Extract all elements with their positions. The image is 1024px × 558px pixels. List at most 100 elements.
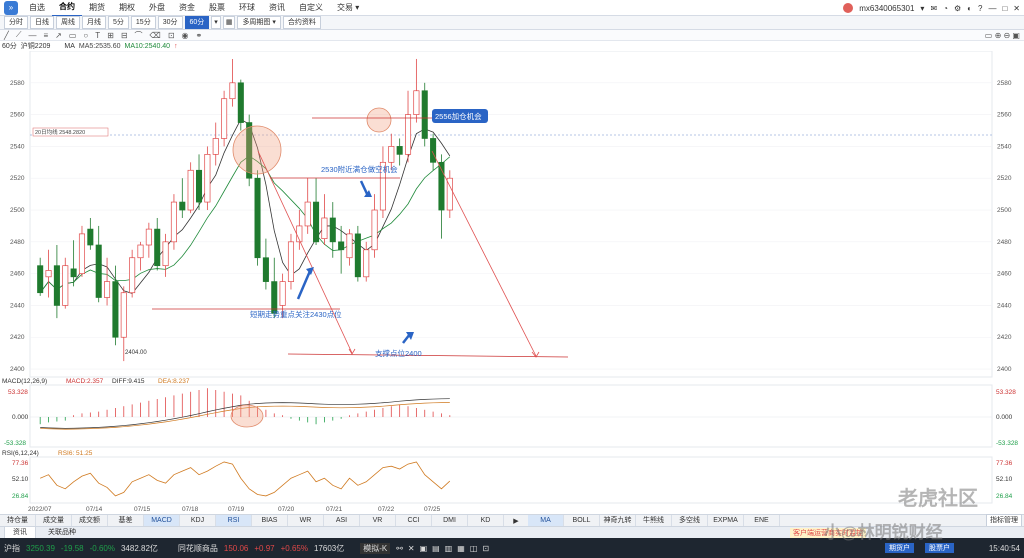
measure-tool-icon[interactable]: ⊟	[121, 31, 128, 40]
commodity-name[interactable]: 同花顺商品	[178, 543, 218, 554]
y-tick-left: 2500	[10, 207, 25, 214]
candle-body	[221, 98, 228, 139]
tab-open-interest[interactable]: 持仓量	[0, 515, 36, 526]
mail-icon[interactable]: ✉	[930, 4, 937, 13]
y-tick-left: 2400	[10, 366, 25, 373]
settings-icon[interactable]: ⚙	[954, 4, 961, 13]
mode-label[interactable]: 模拟-K	[360, 542, 391, 554]
legend-contract: 沪铜2209	[20, 43, 51, 50]
menu-item-zixuan[interactable]: 自选	[22, 0, 52, 16]
delete-tool-icon[interactable]: ⌫	[150, 31, 161, 40]
stock-account-button[interactable]: 股票户	[925, 543, 954, 553]
tab-related[interactable]: 关联品种	[40, 527, 84, 538]
index-pct: -0.60%	[89, 543, 115, 553]
text-tool-icon[interactable]: T	[95, 31, 100, 40]
tab-kdj[interactable]: KDJ	[180, 515, 216, 526]
account-name[interactable]: mx6340065301	[859, 4, 914, 13]
y-tick-left: 2580	[10, 80, 25, 87]
tab-bull-bear[interactable]: 牛熊线	[636, 515, 672, 526]
period-day[interactable]: 日线	[30, 16, 54, 29]
tab-ma[interactable]: MA	[528, 515, 564, 526]
contract-info-button[interactable]: 合约资料	[282, 16, 321, 29]
tab-kd[interactable]: KD	[468, 515, 504, 526]
help-icon[interactable]: ?	[978, 4, 982, 13]
legend-period: 60分	[2, 43, 17, 50]
period-week[interactable]: 周线	[56, 16, 80, 29]
tab-basis[interactable]: 基差	[108, 515, 144, 526]
period-5min[interactable]: 5分	[108, 16, 129, 29]
toolbar-right-icons[interactable]: ▭ ⊕ ⊖ ▣	[985, 31, 1020, 40]
tab-dmi[interactable]: DMI	[432, 515, 468, 526]
tab-expma[interactable]: EXPMA	[708, 515, 744, 526]
candle-body	[87, 228, 94, 246]
layout-icon[interactable]: ▦	[222, 16, 236, 29]
period-month[interactable]: 月线	[82, 16, 106, 29]
fib-tool-icon[interactable]: ⊞	[107, 31, 114, 40]
candle-body	[304, 201, 311, 227]
tab-long-short[interactable]: 多空线	[672, 515, 708, 526]
link-tool-icon[interactable]: ⚭	[196, 31, 203, 40]
menu-item-zijin[interactable]: 资金	[172, 0, 202, 16]
eye-tool-icon[interactable]: ◉	[182, 31, 189, 40]
tab-bias[interactable]: BIAS	[252, 515, 288, 526]
line-tool-icon[interactable]: ╱	[4, 31, 9, 40]
period-menu-icon[interactable]: ▾	[211, 16, 221, 29]
dropdown-icon[interactable]: ▾	[920, 4, 924, 13]
tab-macd[interactable]: MACD	[144, 515, 180, 526]
ray-tool-icon[interactable]: ⟋	[16, 30, 22, 40]
tab-wr[interactable]: WR	[288, 515, 324, 526]
y-tick-left: 2440	[10, 302, 25, 309]
period-30min[interactable]: 30分	[157, 16, 183, 29]
magnet-tool-icon[interactable]: ⌒	[135, 30, 143, 41]
annot-short-position: 2530附近满仓做空机会	[321, 164, 398, 174]
arrow-tool-icon[interactable]: ↗	[55, 31, 62, 40]
tab-turnover[interactable]: 成交额	[72, 515, 108, 526]
status-tool-icons[interactable]: ⚯✕▣▤▥▦◫⊡	[396, 544, 494, 553]
lock-tool-icon[interactable]: ⊡	[168, 31, 175, 40]
macd-tick-mid: 0.000	[12, 414, 29, 421]
menu-item-qihuo[interactable]: 期货	[82, 0, 112, 16]
app-logo-icon[interactable]: »	[4, 0, 18, 15]
bell-icon[interactable]: ◔	[943, 4, 948, 13]
menu-item-zixun[interactable]: 资讯	[262, 0, 292, 16]
minimize-icon[interactable]: —	[988, 4, 996, 13]
tab-rsi[interactable]: RSI	[216, 515, 252, 526]
candle-body	[313, 201, 320, 243]
menu-item-zidingyi[interactable]: 自定义	[292, 0, 330, 16]
period-60min[interactable]: 60分	[184, 16, 210, 29]
tab-boll[interactable]: BOLL	[564, 515, 600, 526]
menu-item-huanqiu[interactable]: 环球	[232, 0, 262, 16]
skin-icon[interactable]: ◐	[967, 4, 972, 13]
kline-chart[interactable]: 2580 2560 2540 2520 2500 2480 2460 2440 2420 2400…	[0, 51, 1024, 511]
tab-volume[interactable]: 成交量	[36, 515, 72, 526]
hline-tool-icon[interactable]: —	[28, 31, 36, 40]
tab-ene[interactable]: ENE	[744, 515, 780, 526]
menu-item-heyue[interactable]: 合约	[52, 0, 82, 17]
commodity-change: +0.97	[254, 543, 275, 553]
candle-body	[62, 265, 69, 306]
close-icon[interactable]: ✕	[1013, 4, 1020, 13]
tab-asi[interactable]: ASI	[324, 515, 360, 526]
rsi-rtick-mid: 52.10	[996, 476, 1013, 483]
menu-item-qiquan[interactable]: 期权	[112, 0, 142, 16]
tab-cci[interactable]: CCI	[396, 515, 432, 526]
tab-magic-nine[interactable]: 神奇九转	[600, 515, 636, 526]
index-name[interactable]: 沪指	[4, 543, 20, 554]
menu-item-gupiao[interactable]: 股票	[202, 0, 232, 16]
index-change: -19.58	[60, 543, 84, 553]
menu-item-jiaoyi[interactable]: 交易 ▾	[330, 0, 366, 16]
multi-period-dropdown[interactable]: 多周期图 ▾	[237, 16, 281, 29]
user-avatar-icon[interactable]	[843, 3, 854, 13]
tab-vr[interactable]: VR	[360, 515, 396, 526]
futures-account-button[interactable]: 期货户	[885, 543, 914, 553]
y-tick-right: 2440	[997, 302, 1012, 309]
x-axis-label: 07/22	[378, 506, 395, 511]
scroll-right-icon[interactable]: ▶	[504, 517, 528, 525]
period-15min[interactable]: 15分	[130, 16, 156, 29]
rect-tool-icon[interactable]: ▭	[69, 31, 77, 40]
period-fenshi[interactable]: 分时	[4, 16, 28, 29]
maximize-icon[interactable]: □	[1002, 4, 1007, 13]
menu-item-waipan[interactable]: 外盘	[142, 0, 172, 16]
channel-tool-icon[interactable]: ≡	[43, 31, 48, 40]
circle-tool-icon[interactable]: ○	[83, 31, 88, 40]
